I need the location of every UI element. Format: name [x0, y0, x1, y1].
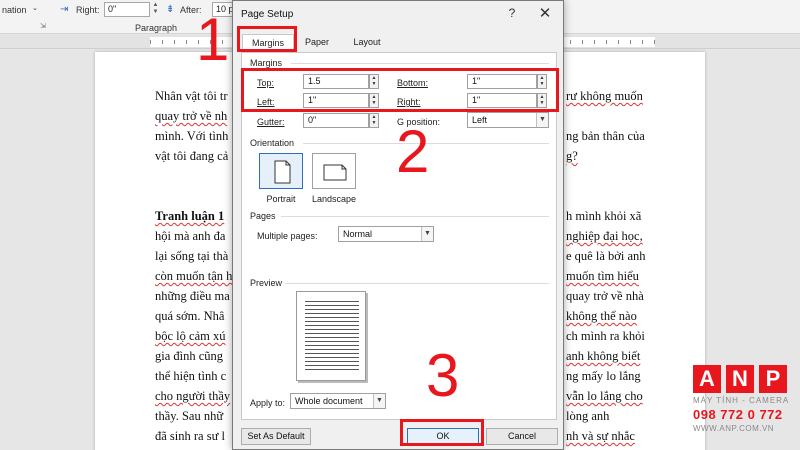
apply-to-label: Apply to: — [250, 398, 286, 408]
logo-letter-p: P — [759, 365, 787, 393]
document-line-right: ng bản thân của — [566, 129, 645, 143]
dialog-launcher-icon[interactable]: ⇲ — [40, 22, 46, 30]
document-line-right: ch mình ra khỏi — [566, 329, 645, 343]
document-line-left: quay trở về nh — [155, 109, 228, 123]
margins-separator — [291, 63, 549, 64]
portrait-label: Portrait — [266, 194, 296, 204]
document-line-left: cho người thầy — [155, 389, 231, 403]
document-line-left: những điều ma — [155, 289, 230, 303]
indent-right-icon: ⇥ — [60, 4, 69, 15]
logo-letter-a: A — [693, 365, 721, 393]
gutter-input[interactable]: 0" — [303, 113, 369, 128]
document-line-left: mình. Với tình — [155, 129, 229, 143]
step-number-2: 2 — [396, 118, 430, 185]
gutter-spinner[interactable]: ▲ ▼ — [369, 113, 379, 128]
ribbon-group-text: nation — [2, 5, 27, 15]
document-line-left: thầy. Sau nhữ — [155, 409, 224, 423]
document-line-right: h mình khỏi xã — [566, 209, 642, 223]
multiple-pages-select[interactable]: Normal ▼ — [338, 226, 434, 242]
preview-separator — [285, 283, 549, 284]
dialog-title: Page Setup — [241, 9, 294, 20]
document-line-left: đã sinh ra sư l — [155, 429, 225, 443]
page-preview — [296, 291, 366, 381]
document-line-right: e quê là bởi anh — [566, 249, 646, 263]
chevron-down-icon: ▼ — [536, 113, 548, 127]
pages-separator — [281, 216, 549, 217]
landscape-label: Landscape — [311, 194, 357, 204]
orientation-section-label: Orientation — [250, 138, 295, 148]
highlight-ok-button — [400, 419, 484, 446]
logo-website: WWW.ANP.COM.VN — [693, 424, 775, 433]
apply-to-select[interactable]: Whole document ▼ — [290, 393, 386, 409]
ribbon-paragraph-label: Paragraph — [135, 23, 178, 33]
ribbon-right-input[interactable]: 0" — [104, 2, 150, 17]
preview-lines — [305, 301, 359, 373]
spacing-after-icon: ⇟ — [166, 4, 175, 15]
portrait-option[interactable] — [259, 153, 303, 189]
document-line-right: không thể nào — [566, 309, 637, 323]
document-line-right: anh không biết — [566, 349, 641, 363]
document-line-right: ng mấy lo lắng — [566, 369, 641, 383]
document-line-right: nghiệp đại học, — [566, 229, 643, 243]
step-number-3: 3 — [426, 342, 460, 409]
help-icon[interactable]: ? — [505, 6, 519, 20]
gutter-position-select[interactable]: Left ▼ — [467, 112, 549, 128]
tab-layout[interactable]: Layout — [343, 34, 391, 52]
chevron-down-icon[interactable]: ⌄ — [32, 4, 38, 12]
highlight-margin-fields — [241, 68, 559, 112]
chevron-down-icon: ▼ — [421, 227, 433, 241]
document-line-right: rư không muốn — [566, 89, 643, 103]
document-line-left: quá sớm. Nhâ — [155, 309, 225, 323]
document-line-left: gia đình cũng — [155, 349, 224, 363]
document-line-right: nh và sự nhắc — [566, 429, 635, 443]
margins-section-label: Margins — [250, 58, 283, 68]
step-number-1: 1 — [196, 6, 230, 73]
document-line-left: bộc lộ cảm xú — [155, 329, 226, 343]
chevron-down-icon: ▼ — [373, 394, 385, 408]
document-line-right: vẫn lo lắng cho — [566, 389, 643, 403]
logo-letter-n: N — [726, 365, 754, 393]
preview-section-label: Preview — [250, 278, 283, 288]
document-line-left: Nhân vật tôi tr — [155, 89, 228, 103]
document-line-left: vật tôi đang cả — [155, 149, 229, 163]
portrait-icon — [274, 160, 291, 184]
ribbon-right-label: Right: — [76, 5, 100, 15]
document-line-left: Tranh luận 1 — [155, 209, 225, 223]
document-line-left: lại sống tại thà — [155, 249, 229, 263]
document-line-right: g? — [566, 149, 578, 163]
document-line-right: quay trở về nhà — [566, 289, 644, 303]
logo-tagline: MÁY TÍNH - CAMERA — [693, 396, 790, 405]
document-line-left: hội mà anh đa — [155, 229, 226, 243]
gutter-label: Gutter: — [257, 117, 285, 127]
document-line-right: lòng anh — [566, 409, 610, 423]
landscape-option[interactable] — [312, 153, 356, 189]
cancel-button[interactable]: Cancel — [486, 428, 558, 445]
document-line-left: còn muốn tận h — [155, 269, 233, 283]
ribbon-right-spinner[interactable]: ▲ ▼ — [151, 2, 160, 17]
tab-paper[interactable]: Paper — [297, 34, 337, 52]
set-as-default-button[interactable]: Set As Default — [241, 428, 311, 445]
landscape-icon — [323, 164, 347, 181]
document-line-left: thể hiện tình c — [155, 369, 227, 383]
close-icon[interactable]: ✕ — [537, 4, 553, 22]
pages-section-label: Pages — [250, 211, 276, 221]
logo-phone: 098 772 0 772 — [693, 407, 783, 422]
highlight-margins-tab — [237, 26, 297, 52]
document-line-right: muốn tìm hiểu — [566, 269, 639, 283]
multiple-pages-label: Multiple pages: — [257, 231, 318, 241]
